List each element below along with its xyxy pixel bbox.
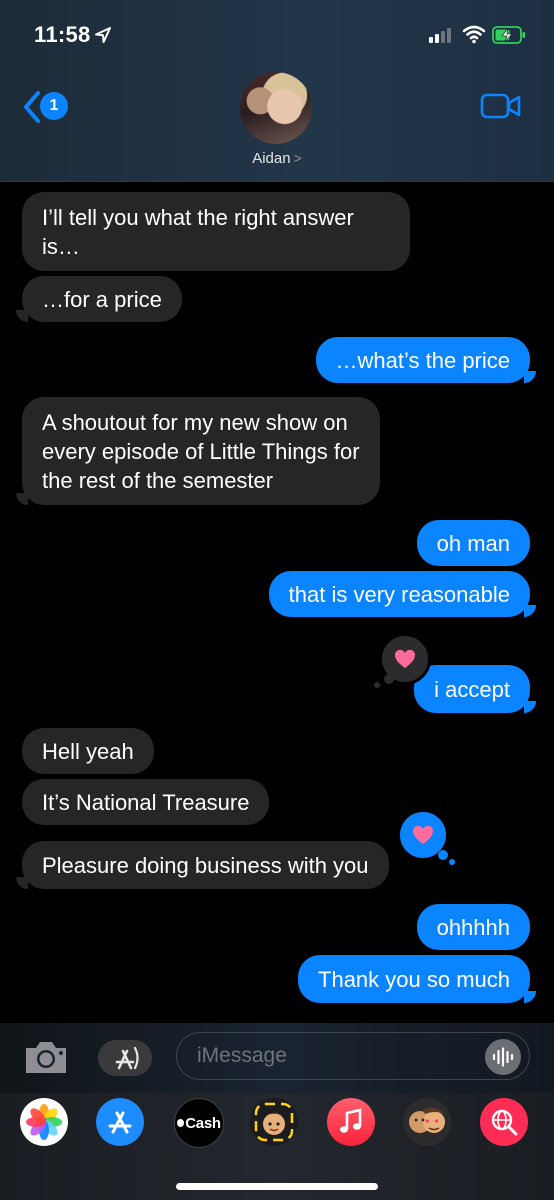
- facetime-video-icon[interactable]: [480, 93, 522, 119]
- location-arrow-icon: [95, 27, 111, 43]
- imessage-input[interactable]: [176, 1032, 530, 1080]
- globe-magnifier-icon: [491, 1109, 518, 1136]
- bubble-tail: [524, 701, 536, 713]
- outgoing-message-bubble[interactable]: that is very reasonable: [268, 571, 530, 617]
- incoming-message-bubble[interactable]: Hell yeah: [22, 728, 154, 774]
- contact-avatar[interactable]: [240, 72, 312, 144]
- bubble-tail: [524, 605, 536, 617]
- bubble-tail: [16, 493, 28, 505]
- waveform-icon: [492, 1047, 514, 1067]
- outgoing-message-bubble[interactable]: …what’s the price: [315, 337, 530, 383]
- audio-message-button[interactable]: [485, 1039, 521, 1075]
- apple-logo-icon: [177, 1119, 185, 1127]
- wifi-icon: [462, 25, 486, 44]
- tapback-tail-dot: [449, 859, 455, 865]
- status-bar-time: 11:58: [34, 22, 91, 47]
- memoji-stickers-icon[interactable]: [403, 1098, 451, 1146]
- app-store-drawer-button[interactable]: [98, 1040, 152, 1076]
- app-store-a-icon: [108, 1111, 132, 1134]
- heart-icon: [413, 825, 433, 845]
- bubble-tail: [524, 991, 536, 1003]
- unread-count-badge[interactable]: 1: [40, 92, 68, 120]
- battery-charging-icon: [492, 26, 525, 44]
- music-note-icon: [340, 1108, 362, 1133]
- outgoing-message-bubble[interactable]: i accept: [414, 665, 530, 713]
- app-store-a-icon: [115, 1046, 139, 1070]
- heart-icon: [395, 649, 415, 669]
- tapback-tail-dot: [384, 674, 394, 684]
- chevron-left-icon: [24, 91, 40, 123]
- sticker-faces-icon: [409, 1107, 445, 1133]
- bubble-tail: [16, 877, 28, 889]
- incoming-message-bubble[interactable]: Pleasure doing business with you: [22, 841, 389, 889]
- apple-cash-label: Cash: [185, 1114, 221, 1132]
- apple-cash-icon[interactable]: Cash: [174, 1098, 224, 1148]
- incoming-message-bubble[interactable]: I’ll tell you what the right answer is…: [22, 192, 410, 271]
- incoming-message-bubble[interactable]: …for a price: [22, 276, 182, 322]
- bubble-tail: [16, 310, 28, 322]
- tapback-tail-dot: [374, 682, 380, 688]
- memoji-face-icon: [254, 1102, 294, 1142]
- home-indicator[interactable]: [176, 1183, 378, 1190]
- app-store-icon[interactable]: [96, 1098, 144, 1146]
- conversation-header: 11:58 1 Aidan >: [0, 0, 554, 182]
- photos-app-icon[interactable]: [20, 1098, 68, 1146]
- music-app-icon[interactable]: [327, 1098, 375, 1146]
- memoji-app-icon[interactable]: [250, 1098, 298, 1146]
- incoming-message-bubble[interactable]: A shoutout for my new show on every epis…: [22, 397, 380, 505]
- outgoing-message-bubble[interactable]: Thank you so much: [298, 955, 530, 1003]
- outgoing-message-bubble[interactable]: oh man: [416, 520, 530, 566]
- outgoing-message-bubble[interactable]: ohhhhh: [416, 904, 530, 950]
- contact-name-label: Aidan: [252, 150, 291, 167]
- web-search-icon[interactable]: [480, 1098, 528, 1146]
- chevron-right-icon: >: [293, 150, 302, 166]
- camera-icon[interactable]: [22, 1038, 70, 1076]
- tapback-tail-dot: [438, 850, 448, 860]
- contact-name[interactable]: Aidan >: [0, 150, 554, 167]
- bubble-tail: [524, 371, 536, 383]
- cellular-signal-icon: [429, 28, 451, 43]
- incoming-message-bubble[interactable]: It’s National Treasure: [22, 779, 270, 825]
- photos-flower-icon: [26, 1104, 62, 1140]
